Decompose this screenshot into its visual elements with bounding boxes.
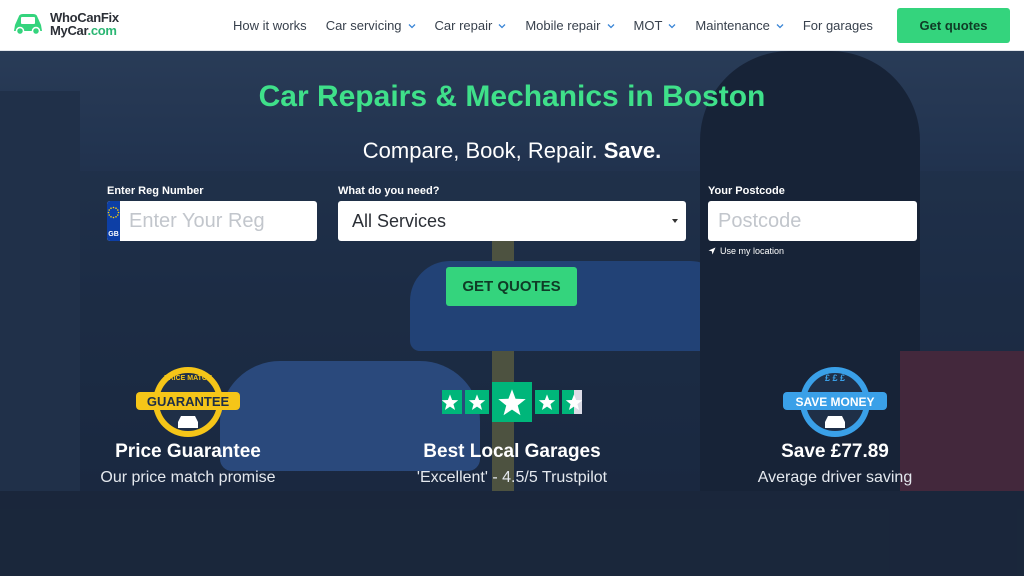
nav-mobile-repair[interactable]: Mobile repair xyxy=(525,18,614,33)
badge-main-text: SAVE MONEY xyxy=(795,395,874,409)
feature-local-garages: Best Local Garages 'Excellent' - 4.5/5 T… xyxy=(382,366,642,487)
postcode-label: Your Postcode xyxy=(708,185,785,197)
caret-down-icon xyxy=(672,219,678,223)
nav-for-garages[interactable]: For garages xyxy=(803,18,873,33)
chevron-down-icon xyxy=(408,23,416,28)
postcode-field xyxy=(708,201,917,241)
background-overlay xyxy=(0,51,1024,576)
badge-top-text: PRICE MATCH xyxy=(164,375,212,382)
site-header: WhoCanFix MyCar.com How it works Car ser… xyxy=(0,0,1024,51)
chevron-down-icon xyxy=(498,23,506,28)
logo-line-2: MyCar.com xyxy=(50,24,119,37)
nav-label: Maintenance xyxy=(695,18,770,33)
page-title: Car Repairs & Mechanics in Boston xyxy=(258,80,766,113)
logo-text: WhoCanFix MyCar.com xyxy=(50,11,119,37)
nav-maintenance[interactable]: Maintenance xyxy=(695,18,784,33)
nav-label: Mobile repair xyxy=(525,18,601,33)
logo-line-2-a: MyCar xyxy=(50,23,88,38)
car-logo-icon xyxy=(14,14,42,36)
use-location-link[interactable]: Use my location xyxy=(708,246,784,256)
hero-section xyxy=(0,51,1024,576)
feature-price-guarantee: PRICE MATCH GUARANTEE Price Guarantee Ou… xyxy=(58,366,318,487)
nav-label: MOT xyxy=(633,18,663,33)
page-subtitle: Compare, Book, Repair. Save. xyxy=(0,138,1024,164)
reg-label: Enter Reg Number xyxy=(107,185,204,197)
nav-label: Car repair xyxy=(434,18,493,33)
badge: PRICE MATCH GUARANTEE xyxy=(58,366,318,438)
subtitle-main: Compare, Book, Repair. xyxy=(362,138,598,163)
nav-label: For garages xyxy=(802,18,873,33)
service-select[interactable]: All Services xyxy=(338,201,686,241)
feature-desc: Our price match promise xyxy=(100,469,276,486)
location-arrow-icon xyxy=(708,247,716,255)
badge: £ £ £ SAVE MONEY xyxy=(705,366,965,438)
reg-input[interactable] xyxy=(120,201,317,241)
get-quotes-button[interactable]: GET QUOTES xyxy=(446,267,577,306)
nav-mot[interactable]: MOT xyxy=(634,18,677,33)
feature-desc: Average driver saving xyxy=(757,469,913,486)
eu-stars-icon xyxy=(107,206,120,219)
nav-how-it-works[interactable]: How it works xyxy=(233,18,307,33)
chevron-down-icon xyxy=(607,23,614,28)
reg-field: GB xyxy=(107,201,317,241)
logo-line-2-b: .com xyxy=(87,23,117,38)
guarantee-badge-icon: PRICE MATCH GUARANTEE xyxy=(136,367,240,437)
save-money-badge-icon: £ £ £ SAVE MONEY xyxy=(783,367,887,437)
postcode-input[interactable] xyxy=(708,201,917,241)
subtitle-bold: Save. xyxy=(603,138,662,163)
gb-plate-strip: GB xyxy=(107,201,120,241)
badge-main-text: GUARANTEE xyxy=(147,394,230,409)
use-location-label: Use my location xyxy=(720,246,785,256)
nav-car-repair[interactable]: Car repair xyxy=(435,18,507,33)
nav-label: Car servicing xyxy=(325,18,402,33)
header-get-quotes-button[interactable]: Get quotes xyxy=(897,8,1010,43)
main-nav: How it works Car servicing Car repair Mo… xyxy=(233,0,892,51)
trustpilot-stars-icon xyxy=(442,382,582,422)
svg-text:£ £ £: £ £ £ xyxy=(825,373,845,383)
feature-desc: 'Excellent' - 4.5/5 Trustpilot xyxy=(416,469,608,486)
nav-label: How it works xyxy=(233,18,307,33)
feature-save-money: £ £ £ SAVE MONEY Save £77.89 Average dri… xyxy=(705,366,965,487)
chevron-down-icon xyxy=(668,23,676,28)
nav-car-servicing[interactable]: Car servicing xyxy=(326,18,416,33)
chevron-down-icon xyxy=(776,23,784,28)
badge xyxy=(382,366,642,438)
service-value: All Services xyxy=(352,210,447,231)
service-label: What do you need? xyxy=(338,185,440,197)
feature-title: Price Guarantee xyxy=(115,441,261,462)
feature-title: Best Local Garages xyxy=(423,441,601,462)
feature-title: Save £77.89 xyxy=(781,441,889,462)
site-logo[interactable]: WhoCanFix MyCar.com xyxy=(12,11,119,37)
country-code: GB xyxy=(108,231,119,238)
